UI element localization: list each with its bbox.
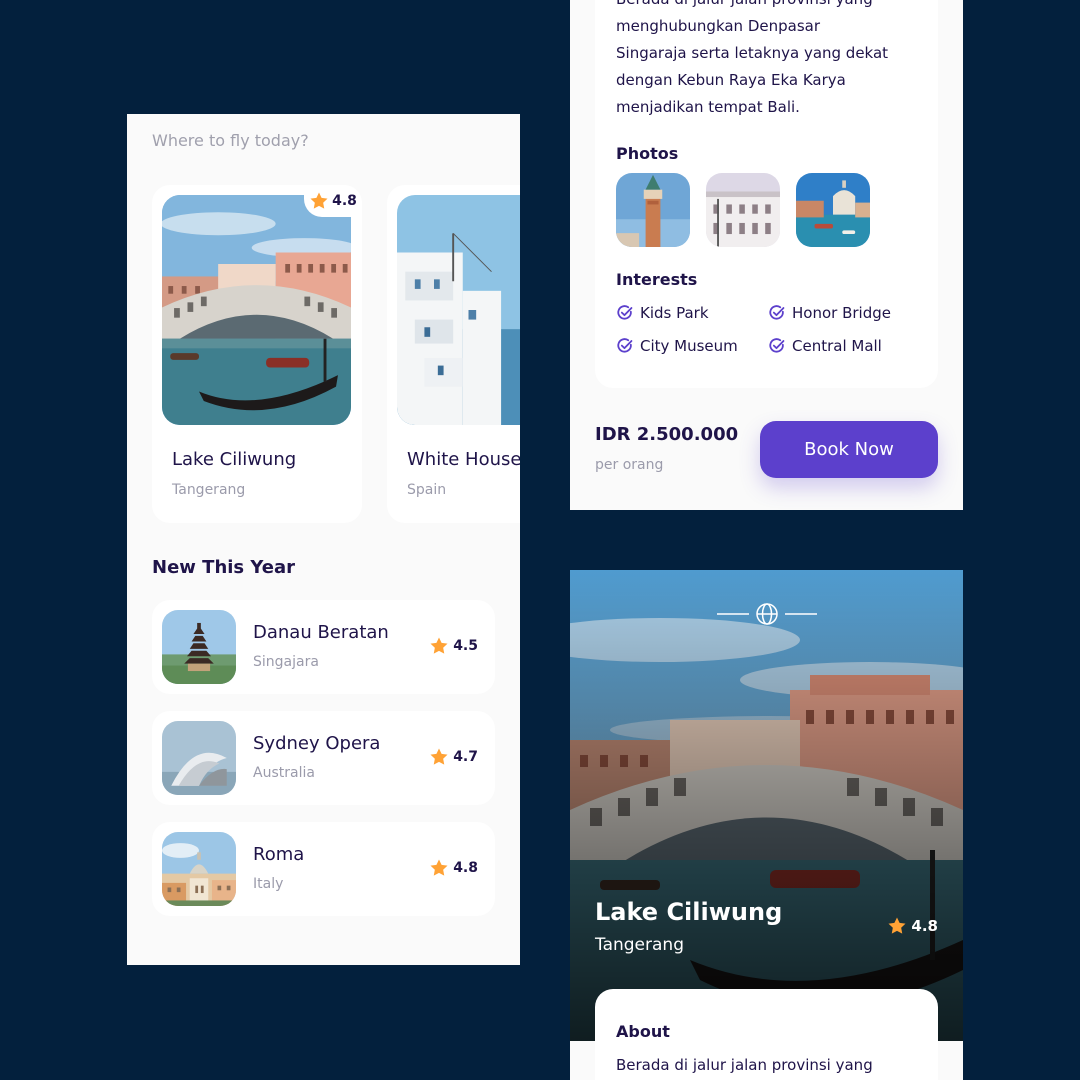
destination-photo (162, 195, 351, 425)
about-card: Berada di jalur jalan provinsi yang meng… (595, 0, 938, 388)
star-icon (429, 636, 449, 656)
rating: 4.7 (429, 747, 478, 767)
rating: 4.5 (429, 636, 478, 656)
interest-item: City Museum (616, 337, 738, 355)
interest-label: Central Mall (792, 337, 882, 355)
interest-label: City Museum (640, 337, 738, 355)
check-circle-icon (768, 304, 786, 322)
interests-title: Interests (616, 270, 698, 289)
list-item-sydney-opera[interactable]: Sydney Opera Australia 4.7 (152, 711, 495, 805)
destination-thumbnail (162, 721, 236, 795)
rating-badge: 4.8 (304, 185, 362, 217)
destination-name: Danau Beratan (253, 622, 389, 643)
destination-thumbnail (162, 610, 236, 684)
list-item-roma[interactable]: Roma Italy 4.8 (152, 822, 495, 916)
interest-item: Kids Park (616, 304, 709, 322)
interest-item: Honor Bridge (768, 304, 891, 322)
rating: 4.8 (429, 858, 478, 878)
interest-item: Central Mall (768, 337, 882, 355)
about-text-line: menghubungkan Denpasar (616, 17, 821, 35)
destination-location: Singajara (253, 654, 319, 670)
photos-title: Photos (616, 144, 679, 163)
home-screen: Where to fly today? 4.8 Lake Ciliwung Ta… (127, 114, 520, 965)
list-item-danau-beratan[interactable]: Danau Beratan Singajara 4.5 (152, 600, 495, 694)
interest-label: Honor Bridge (792, 304, 891, 322)
rating-value: 4.5 (453, 638, 478, 654)
destination-name: Roma (253, 844, 305, 865)
destination-name: Lake Ciliwung (172, 449, 297, 470)
star-icon (429, 747, 449, 767)
about-text-line: Berada di jalur jalan provinsi yang (616, 0, 916, 13)
about-title: About (616, 1022, 670, 1041)
section-title-new-this-year: New This Year (152, 557, 296, 578)
photo-thumbnail[interactable] (616, 173, 690, 247)
globe-icon (717, 602, 817, 626)
about-text-line: Berada di jalur jalan provinsi yang (616, 1056, 873, 1074)
star-icon (309, 191, 329, 211)
price: IDR 2.500.000 (595, 424, 739, 445)
popular-card-lake-ciliwung[interactable]: 4.8 Lake Ciliwung Tangerang (152, 185, 362, 523)
about-text-line: Singaraja serta letaknya yang dekat (616, 44, 889, 62)
destination-name: Sydney Opera (253, 733, 381, 754)
star-icon (429, 858, 449, 878)
search-hint: Where to fly today? (152, 131, 309, 150)
destination-location: Spain (407, 482, 447, 498)
rating-value: 4.8 (332, 193, 357, 209)
photo-thumbnail[interactable] (796, 173, 870, 247)
detail-screen-top-part: Lake Ciliwung Tangerang 4.8 About Berada… (570, 570, 963, 1080)
about-card: About Berada di jalur jalan provinsi yan… (595, 989, 938, 1080)
hero-image (570, 570, 963, 1041)
price-unit: per orang (595, 457, 664, 473)
rating-value: 4.7 (453, 749, 478, 765)
destination-location: Italy (253, 876, 284, 892)
destination-location: Tangerang (172, 482, 246, 498)
rating: 4.8 (887, 916, 938, 936)
photo-thumbnail[interactable] (706, 173, 780, 247)
star-icon (887, 916, 907, 936)
rating-value: 4.8 (911, 917, 938, 935)
destination-photo (397, 195, 520, 425)
destination-thumbnail (162, 832, 236, 906)
destination-location: Australia (253, 765, 315, 781)
check-circle-icon (768, 337, 786, 355)
destination-location: Tangerang (595, 935, 684, 955)
check-circle-icon (616, 304, 634, 322)
destination-title: Lake Ciliwung (595, 898, 783, 926)
destination-name: White House (407, 449, 520, 470)
interest-label: Kids Park (640, 304, 709, 322)
book-now-button[interactable]: Book Now (760, 421, 938, 478)
check-circle-icon (616, 337, 634, 355)
rating-value: 4.8 (453, 860, 478, 876)
detail-screen-bottom-part: Berada di jalur jalan provinsi yang meng… (570, 0, 963, 510)
about-text-line: menjadikan tempat Bali. (616, 98, 800, 116)
popular-card-white-house[interactable]: White House Spain (387, 185, 520, 523)
about-text-line: dengan Kebun Raya Eka Karya (616, 71, 846, 89)
